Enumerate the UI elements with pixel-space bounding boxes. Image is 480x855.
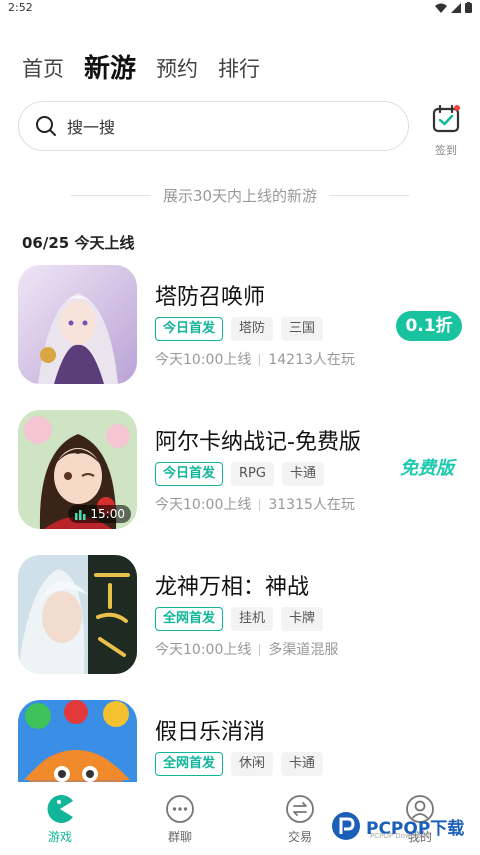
pacman-icon xyxy=(47,795,73,823)
chat-dots-icon xyxy=(166,795,194,823)
launch-time: 今天10:00上线 xyxy=(155,642,252,658)
launch-time: 今天10:00上线 xyxy=(155,352,252,368)
meta-separator xyxy=(259,644,261,656)
game-name[interactable]: 假日乐消消 xyxy=(155,714,265,746)
game-tags: 全网首发 挂机 卡牌 xyxy=(155,607,324,631)
signal-icon xyxy=(451,2,461,13)
tag: 塔防 xyxy=(231,317,274,341)
tag: RPG xyxy=(231,462,274,486)
meta-separator xyxy=(259,499,261,511)
tag-first-release: 全网首发 xyxy=(155,607,224,631)
game-tags: 今日首发 RPG 卡通 xyxy=(155,462,324,486)
status-time: 2:52 xyxy=(8,1,33,14)
divider-line-right xyxy=(329,194,410,196)
tag: 卡牌 xyxy=(281,607,324,631)
tag-first-release: 今日首发 xyxy=(155,317,224,341)
game-name[interactable]: 阿尔卡纳战记-免费版 xyxy=(155,424,361,456)
game-icon-longshen[interactable] xyxy=(18,555,137,674)
watermark: PCPOP下载 PCPOP Download xyxy=(330,810,464,842)
signin-label: 签到 xyxy=(435,144,457,157)
signin-button[interactable]: 签到 xyxy=(428,104,464,158)
tag: 卡通 xyxy=(281,752,324,776)
battery-icon xyxy=(465,2,472,13)
nav-label: 游戏 xyxy=(47,830,72,844)
tab-new-games[interactable]: 新游 xyxy=(84,54,136,84)
game-item[interactable]: 15:00 阿尔卡纳战记-免费版 今日首发 RPG 卡通 今天10:00上线 31… xyxy=(18,410,462,530)
game-tags: 今日首发 塔防 三国 xyxy=(155,317,324,341)
game-name[interactable]: 塔防召唤师 xyxy=(155,279,265,311)
player-count: 31315人在玩 xyxy=(268,497,355,513)
game-icon-arcana[interactable]: 15:00 xyxy=(18,410,137,529)
search-placeholder: 搜一搜 xyxy=(67,118,116,137)
tag: 卡通 xyxy=(281,462,324,486)
top-tabs: 首页 新游 预约 排行 xyxy=(22,54,260,84)
player-count: 14213人在玩 xyxy=(268,352,355,368)
launch-time: 今天10:00上线 xyxy=(155,497,252,513)
tag: 三国 xyxy=(281,317,324,341)
meta-separator xyxy=(259,354,261,366)
nav-label: 群聊 xyxy=(167,830,192,844)
exchange-icon xyxy=(286,795,314,823)
tag-first-release: 今日首发 xyxy=(155,462,224,486)
status-icons xyxy=(435,2,472,13)
tag: 休闲 xyxy=(231,752,274,776)
search-bar[interactable]: 搜一搜 xyxy=(18,101,409,151)
server-info: 多渠道混服 xyxy=(268,642,339,658)
discount-badge[interactable]: 0.1折 xyxy=(396,311,462,341)
date-heading: 06/25 今天上线 xyxy=(22,234,135,252)
free-version-badge[interactable]: 免费版 xyxy=(400,454,454,480)
section-divider: 展示30天内上线的新游 xyxy=(70,184,410,206)
search-icon xyxy=(36,116,56,136)
divider-line-left xyxy=(70,194,151,196)
game-meta: 今天10:00上线 14213人在玩 xyxy=(155,349,355,369)
video-duration-text: 15:00 xyxy=(90,507,125,521)
game-meta: 今天10:00上线 31315人在玩 xyxy=(155,494,355,514)
pcpop-logo-icon xyxy=(332,812,360,840)
nav-chat[interactable]: 群聊 xyxy=(120,782,240,855)
tab-ranking[interactable]: 排行 xyxy=(218,54,260,84)
tab-home[interactable]: 首页 xyxy=(22,54,64,84)
watermark-subtext: PCPOP Download xyxy=(370,832,431,840)
game-icon-tafang[interactable] xyxy=(18,265,137,384)
wifi-icon xyxy=(435,3,447,13)
game-meta: 今天10:00上线 多渠道混服 xyxy=(155,639,338,659)
status-bar: 2:52 xyxy=(0,0,480,16)
nav-games[interactable]: 游戏 xyxy=(0,782,120,855)
tab-reserve[interactable]: 预约 xyxy=(156,54,198,84)
divider-text: 展示30天内上线的新游 xyxy=(162,186,318,205)
nav-label: 交易 xyxy=(287,830,312,844)
tag-first-release: 全网首发 xyxy=(155,752,224,776)
calendar-check-icon xyxy=(432,104,460,133)
video-duration: 15:00 xyxy=(68,505,131,523)
game-item[interactable]: 龙神万相：神战 全网首发 挂机 卡牌 今天10:00上线 多渠道混服 xyxy=(18,555,462,675)
chart-bars-icon xyxy=(75,510,86,520)
game-name[interactable]: 龙神万相：神战 xyxy=(155,569,309,601)
tag: 挂机 xyxy=(231,607,274,631)
game-item[interactable]: 塔防召唤师 今日首发 塔防 三国 今天10:00上线 14213人在玩 0.1折 xyxy=(18,265,462,385)
game-tags: 全网首发 休闲 卡通 xyxy=(155,752,324,776)
